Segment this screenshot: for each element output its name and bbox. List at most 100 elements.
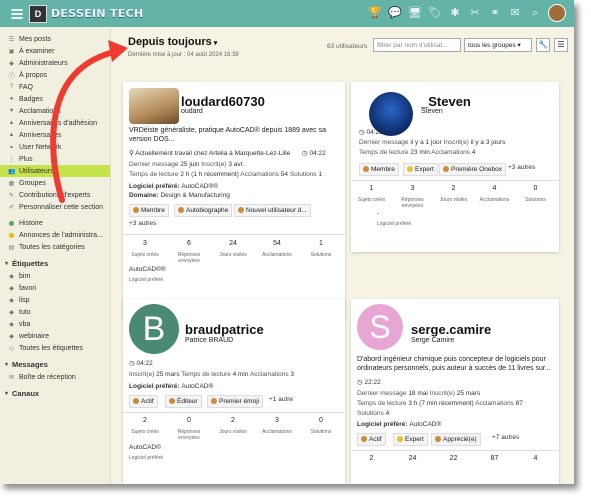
avatar[interactable]: [129, 88, 179, 124]
stat-value: 24: [408, 455, 417, 462]
sidebar-tag[interactable]: ◆ bim: [0, 270, 110, 282]
groups-select[interactable]: tous les groupes ▾: [464, 38, 532, 52]
sidebar-item-mes-posts[interactable]: ☰ Mes posts: [0, 33, 110, 45]
brand-name[interactable]: DESSEIN TECH: [51, 7, 144, 20]
wrench-icon[interactable]: 🔧: [536, 38, 550, 52]
divider: [123, 234, 345, 235]
user-meta: Inscrit(e) 25 mars Temps de lecture 4 mi…: [129, 371, 295, 378]
logo-icon[interactable]: D: [29, 4, 47, 23]
sidebar-item-anniversaires-adhesion[interactable]: ▲ Anniversaires d'adhésion: [0, 117, 110, 129]
tag-icon[interactable]: 🏷: [428, 6, 442, 20]
sidebar-tag[interactable]: ◆ vba: [0, 318, 110, 330]
avatar[interactable]: B: [129, 304, 179, 354]
footer-field-label: Logiciel préféré: [129, 277, 164, 283]
user-meta: Temps de lecture 2 h (1 h récemment) Acc…: [129, 171, 322, 178]
badge-chip[interactable]: Première Onebox: [439, 163, 506, 176]
badge-chip[interactable]: Autobiographe: [174, 204, 233, 217]
badge-chip[interactable]: Actif: [357, 433, 386, 446]
sidebar-tag[interactable]: ◆ lisp: [0, 294, 110, 306]
trophy-icon[interactable]: 🏆: [368, 6, 382, 20]
badge-chip[interactable]: Expert: [393, 433, 428, 446]
stat-value: 24: [229, 240, 237, 247]
stat-value: 6: [187, 240, 191, 247]
sidebar-tag[interactable]: ◆ tuto: [0, 306, 110, 318]
username[interactable]: loudard60730: [181, 94, 265, 109]
badge-chip[interactable]: Expert: [403, 163, 438, 176]
badge-chip[interactable]: Premier émoji: [207, 395, 264, 408]
search-icon[interactable]: ⌕: [528, 6, 542, 20]
stat-value: 1: [319, 240, 323, 247]
sidebar-tag[interactable]: ◆ webinaire: [0, 330, 110, 342]
tags-icon: ◇: [9, 345, 14, 352]
tag-icon: ◆: [9, 333, 14, 340]
filter-input[interactable]: filtrer par nom d'utilisat...: [373, 38, 461, 52]
badge-chip[interactable]: Apprécié(e): [431, 433, 481, 446]
sidebar-item-a-propos[interactable]: ⓘ À propos: [0, 69, 110, 81]
user-card[interactable]: _Steven Steven ◷ 04:22 Dernier message i…: [351, 82, 559, 252]
chat-icon[interactable]: 💬: [388, 6, 402, 20]
badge-icon: [407, 166, 413, 172]
user-meta: Temps de lecture 3 h (7 min récemment) A…: [357, 400, 523, 407]
bell-icon[interactable]: ✉: [508, 6, 522, 20]
badge-chip[interactable]: Membre: [129, 204, 169, 217]
sidebar-section-etiquettes[interactable]: ▾ Étiquettes: [0, 257, 110, 270]
badge-icon: [178, 207, 184, 213]
sidebar-all-categories[interactable]: ▤ Toutes les catégories: [0, 241, 110, 253]
badge-chip[interactable]: Éditeur: [165, 395, 202, 408]
sidebar-category-annonces[interactable]: Annonces de l'administra...: [0, 229, 110, 241]
sidebar-item-user-network[interactable]: ⚭ User Network: [0, 141, 110, 153]
stat-label: Jours visités: [219, 252, 247, 258]
period-selector[interactable]: Depuis toujours ▾: [128, 36, 217, 48]
badge-chip[interactable]: Membre: [359, 163, 399, 176]
stat-label: Solutions: [525, 197, 546, 203]
sidebar-item-faq[interactable]: ? FAQ: [0, 81, 110, 93]
monitor-icon[interactable]: 🖥: [408, 6, 422, 20]
sidebar-item-administrateurs[interactable]: ◆ Administrateurs: [0, 57, 110, 69]
more-badges-link[interactable]: +7 autres: [492, 434, 519, 441]
sidebar-category-histoire[interactable]: Histoire: [0, 217, 110, 229]
info-icon: ⓘ: [8, 73, 15, 80]
hamburger-menu-icon[interactable]: [11, 8, 23, 19]
sidebar-section-messages[interactable]: ▾ Messages: [0, 358, 110, 371]
user-card[interactable]: S serge.camire Serge Camire D'abord ingé…: [351, 299, 559, 484]
sidebar-all-tags[interactable]: ◇ Toutes les étiquettes: [0, 342, 110, 354]
real-name: Steven: [421, 108, 443, 115]
wrench-icon[interactable]: ✂: [468, 6, 482, 20]
more-badges-link[interactable]: +3 autres: [508, 164, 535, 171]
sidebar-item-a-examiner[interactable]: ▣ À examiner: [0, 45, 110, 57]
tag-icon: ◆: [9, 309, 14, 316]
username[interactable]: braudpatrice: [185, 322, 264, 337]
sidebar-item-badges[interactable]: ● Badges: [0, 93, 110, 105]
badge-chip[interactable]: Nouvel utilisateur d...: [234, 204, 311, 217]
badge-icon: [169, 398, 175, 404]
username[interactable]: serge.camire: [411, 322, 491, 337]
avatar[interactable]: S: [357, 304, 403, 350]
sidebar-item-acclamations[interactable]: ♥ Acclamations: [0, 105, 110, 117]
sidebar-item-anniversaires[interactable]: ▲ Anniversaires: [0, 129, 110, 141]
sidebar-item-groupes[interactable]: ▦ Groupes: [0, 177, 110, 189]
user-card[interactable]: loudard60730 oudard VRDéiste généraliste…: [123, 82, 345, 320]
sidebar-section-canaux[interactable]: ▾ Canaux: [0, 387, 110, 400]
sidebar-item-contributions[interactable]: ✎ Contributions d'experts: [0, 189, 110, 201]
stat-label: Réponses envoyées: [177, 429, 201, 441]
user-avatar[interactable]: [548, 4, 566, 22]
favorite-software: Logiciel préféré: AutoCAD®: [129, 383, 214, 390]
more-badges-link[interactable]: +3 autres: [129, 220, 156, 227]
user-card[interactable]: B braudpatrice Patrice BRAUD ◷ 04:22 Ins…: [123, 299, 345, 484]
more-badges-link[interactable]: +1 autre: [269, 396, 293, 403]
favorite-software: Logiciel préféré: AutoCAD®®: [129, 183, 219, 190]
bug-icon[interactable]: ✱: [448, 6, 462, 20]
list-view-icon[interactable]: ☰: [554, 38, 568, 52]
badge-chip[interactable]: Actif: [129, 395, 158, 408]
network-icon[interactable]: ⚭: [488, 6, 502, 20]
sidebar-tag[interactable]: ◆ favori: [0, 282, 110, 294]
sidebar-item-utilisateurs[interactable]: 👥 Utilisateurs: [0, 165, 110, 177]
stat-value: 22: [449, 455, 458, 462]
sidebar-item-plus[interactable]: ⋮ Plus: [0, 153, 110, 165]
username[interactable]: _Steven: [421, 94, 471, 109]
tag-icon: ◆: [9, 273, 14, 280]
grid-icon: ▤: [8, 244, 15, 251]
sidebar-item-personnaliser[interactable]: ✐ Personnaliser cette section: [0, 201, 110, 213]
main-content: Depuis toujours ▾ Dernière mise à jour : …: [111, 27, 574, 484]
sidebar-inbox[interactable]: ✉ Boîte de réception: [0, 371, 110, 383]
